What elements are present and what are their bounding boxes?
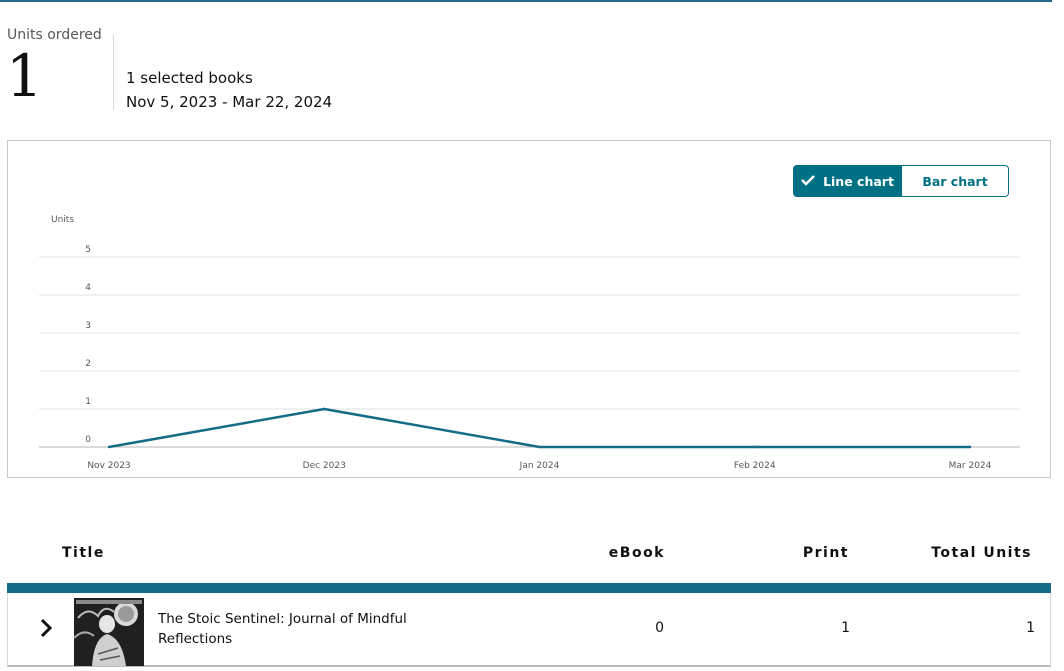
column-header-print[interactable]: Print [803, 545, 849, 561]
y-tick-label-1: 1 [85, 397, 91, 407]
y-axis-title: Units [51, 215, 74, 225]
chevron-right-icon[interactable] [35, 617, 57, 639]
x-tick-label-1: Dec 2023 [303, 461, 346, 471]
line-chart-button[interactable]: Line chart [793, 165, 902, 197]
selected-books-count: 1 selected books [126, 69, 253, 87]
y-tick-label-2: 2 [85, 359, 91, 369]
table-header: Title eBook Print Total Units [7, 540, 1051, 580]
units-series-line [108, 407, 970, 449]
print-units: 1 [841, 620, 850, 636]
line-chart-label: Line chart [823, 173, 894, 189]
summary-divider [113, 35, 114, 110]
data-point-3 [753, 445, 756, 449]
y-tick-label-0: 0 [85, 435, 91, 445]
x-tick-label-4: Mar 2024 [949, 461, 992, 471]
y-tick-label-3: 3 [85, 321, 91, 331]
units-ordered-value: 1 [6, 42, 43, 110]
book-cover-thumbnail [74, 598, 144, 666]
x-tick-label-0: Nov 2023 [87, 461, 130, 471]
chart-panel: Units 0 1 2 3 4 5 Nov 2023 Dec 2023 Jan 2024 Feb 2… [7, 140, 1051, 478]
checkmark-icon [801, 174, 815, 189]
bar-chart-label: Bar chart [922, 173, 988, 189]
total-units: 1 [1026, 620, 1035, 636]
y-tick-label-4: 4 [85, 283, 91, 293]
ebook-units: 0 [655, 620, 664, 636]
y-tick-label-5: 5 [85, 245, 91, 255]
column-header-total-units[interactable]: Total Units [931, 545, 1032, 561]
data-point-2 [538, 445, 541, 449]
data-point-0 [107, 445, 111, 449]
column-header-title[interactable]: Title [62, 545, 105, 561]
x-tick-label-2: Jan 2024 [519, 461, 560, 471]
top-panel-edge [0, 0, 1052, 2]
units-ordered-label: Units ordered [7, 27, 102, 43]
bar-chart-button[interactable]: Bar chart [902, 165, 1009, 197]
table-header-bar [7, 583, 1051, 593]
table-row: The Stoic Sentinel: Journal of Mindful R… [7, 593, 1051, 667]
column-header-ebook[interactable]: eBook [609, 545, 665, 561]
data-point-1 [323, 407, 326, 411]
date-range: Nov 5, 2023 - Mar 22, 2024 [126, 93, 333, 111]
book-title-link[interactable]: The Stoic Sentinel: Journal of Mindful R… [158, 609, 418, 649]
x-tick-label-3: Feb 2024 [734, 461, 776, 471]
data-point-4 [968, 445, 972, 449]
chart-type-toggle: Line chart Bar chart [793, 165, 1009, 197]
